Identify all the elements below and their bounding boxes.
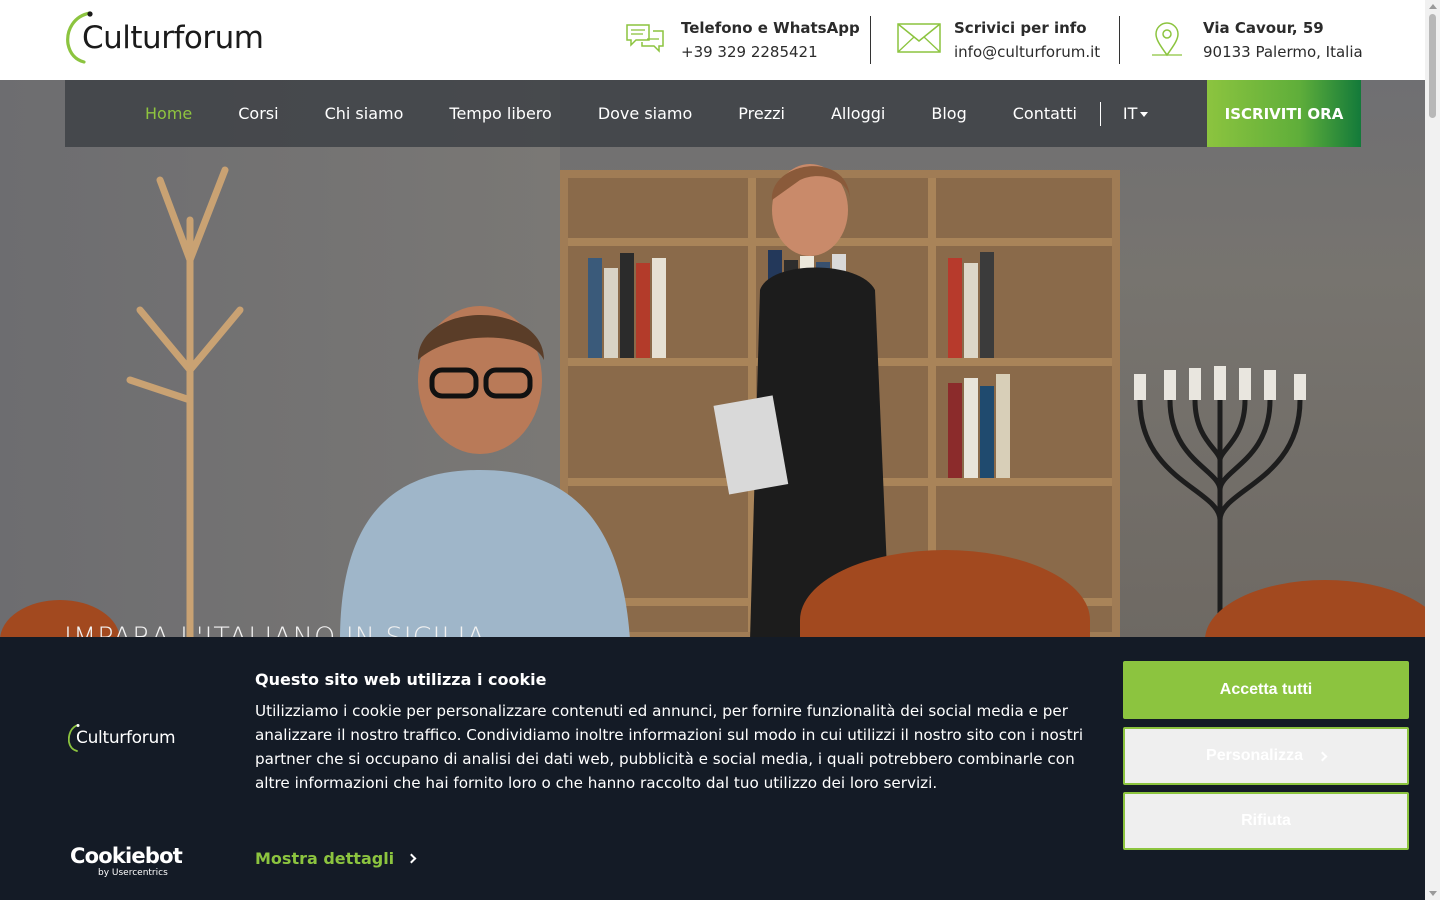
contact-phone[interactable]: Telefono e WhatsApp +39 329 2285421 (625, 16, 860, 64)
scroll-up-arrow-icon[interactable] (1429, 4, 1437, 9)
student-illustration (340, 306, 630, 640)
cookie-logo-text: Culturforum (76, 728, 176, 748)
nav-item-contatti[interactable]: Contatti (1013, 80, 1077, 147)
cookie-text: Questo sito web utilizza i cookie Utiliz… (255, 669, 1105, 795)
contact-address[interactable]: Via Cavour, 59 90133 Palermo, Italia (1150, 16, 1363, 64)
nav-item-alloggi[interactable]: Alloggi (831, 80, 885, 147)
mail-icon (897, 22, 941, 62)
caret-down-icon (1140, 112, 1149, 117)
location-pin-icon (1150, 22, 1186, 62)
nav-item-corsi[interactable]: Corsi (238, 80, 278, 147)
address-street: Via Cavour, 59 (1203, 19, 1324, 37)
chevron-right-icon (406, 853, 417, 864)
language-selector[interactable]: IT (1123, 104, 1149, 123)
scrollbar-thumb[interactable] (1429, 14, 1436, 118)
phone-number[interactable]: +39 329 2285421 (681, 40, 860, 64)
email-title: Scrivici per info (954, 19, 1087, 37)
scroll-down-arrow-icon[interactable] (1429, 891, 1437, 896)
reject-button[interactable]: Rifiuta (1123, 792, 1409, 850)
cookie-banner: Culturforum Cookiebot by Usercentrics Qu… (0, 637, 1425, 900)
cookie-banner-logo: Culturforum (67, 723, 176, 753)
header-divider (870, 16, 871, 64)
page-scrollbar[interactable] (1425, 0, 1440, 900)
address-city: 90133 Palermo, Italia (1203, 43, 1363, 61)
main-nav: Home Corsi Chi siamo Tempo libero Dove s… (65, 80, 1361, 147)
nav-divider (1099, 101, 1101, 126)
phone-title: Telefono e WhatsApp (681, 19, 860, 37)
show-details-label: Mostra dettagli (255, 849, 395, 868)
coat-hanger-illustration (126, 166, 244, 640)
email-address[interactable]: info@culturforum.it (954, 40, 1100, 64)
contact-email[interactable]: Scrivici per info info@culturforum.it (897, 16, 1100, 64)
customize-label: Personalizza (1206, 747, 1303, 764)
cookiebot-brand: Cookiebot (70, 844, 183, 868)
chat-icon (625, 22, 665, 62)
cookiebot-sub: by Usercentrics (98, 868, 168, 878)
site-logo[interactable]: Culturforum (66, 10, 264, 64)
nav-item-home[interactable]: Home (145, 80, 192, 147)
nav-item-dove-siamo[interactable]: Dove siamo (598, 80, 692, 147)
cookie-body: Utilizziamo i cookie per personalizzare … (255, 702, 1084, 792)
chevron-right-icon (1317, 751, 1328, 761)
accept-all-button[interactable]: Accetta tutti (1123, 661, 1409, 719)
nav-item-blog[interactable]: Blog (931, 80, 966, 147)
header-divider (1119, 16, 1120, 64)
hero-image: IMPARA L'ITALIANO IN SICILIA (0, 80, 1425, 640)
nav-item-prezzi[interactable]: Prezzi (738, 80, 785, 147)
language-label: IT (1122, 104, 1138, 123)
cookie-title: Questo sito web utilizza i cookie (255, 670, 547, 689)
cookiebot-logo[interactable]: Cookiebot by Usercentrics (70, 844, 183, 879)
customize-button[interactable]: Personalizza (1123, 727, 1409, 785)
nav-item-tempo-libero[interactable]: Tempo libero (449, 80, 551, 147)
enroll-button[interactable]: ISCRIVITI ORA (1207, 80, 1361, 147)
logo-mark-icon (66, 10, 93, 64)
nav-item-chi-siamo[interactable]: Chi siamo (325, 80, 404, 147)
site-header: Culturforum Telefono e WhatsApp +39 329 … (0, 0, 1425, 80)
logo-text: Culturforum (82, 20, 264, 56)
show-details-link[interactable]: Mostra dettagli (255, 849, 417, 868)
